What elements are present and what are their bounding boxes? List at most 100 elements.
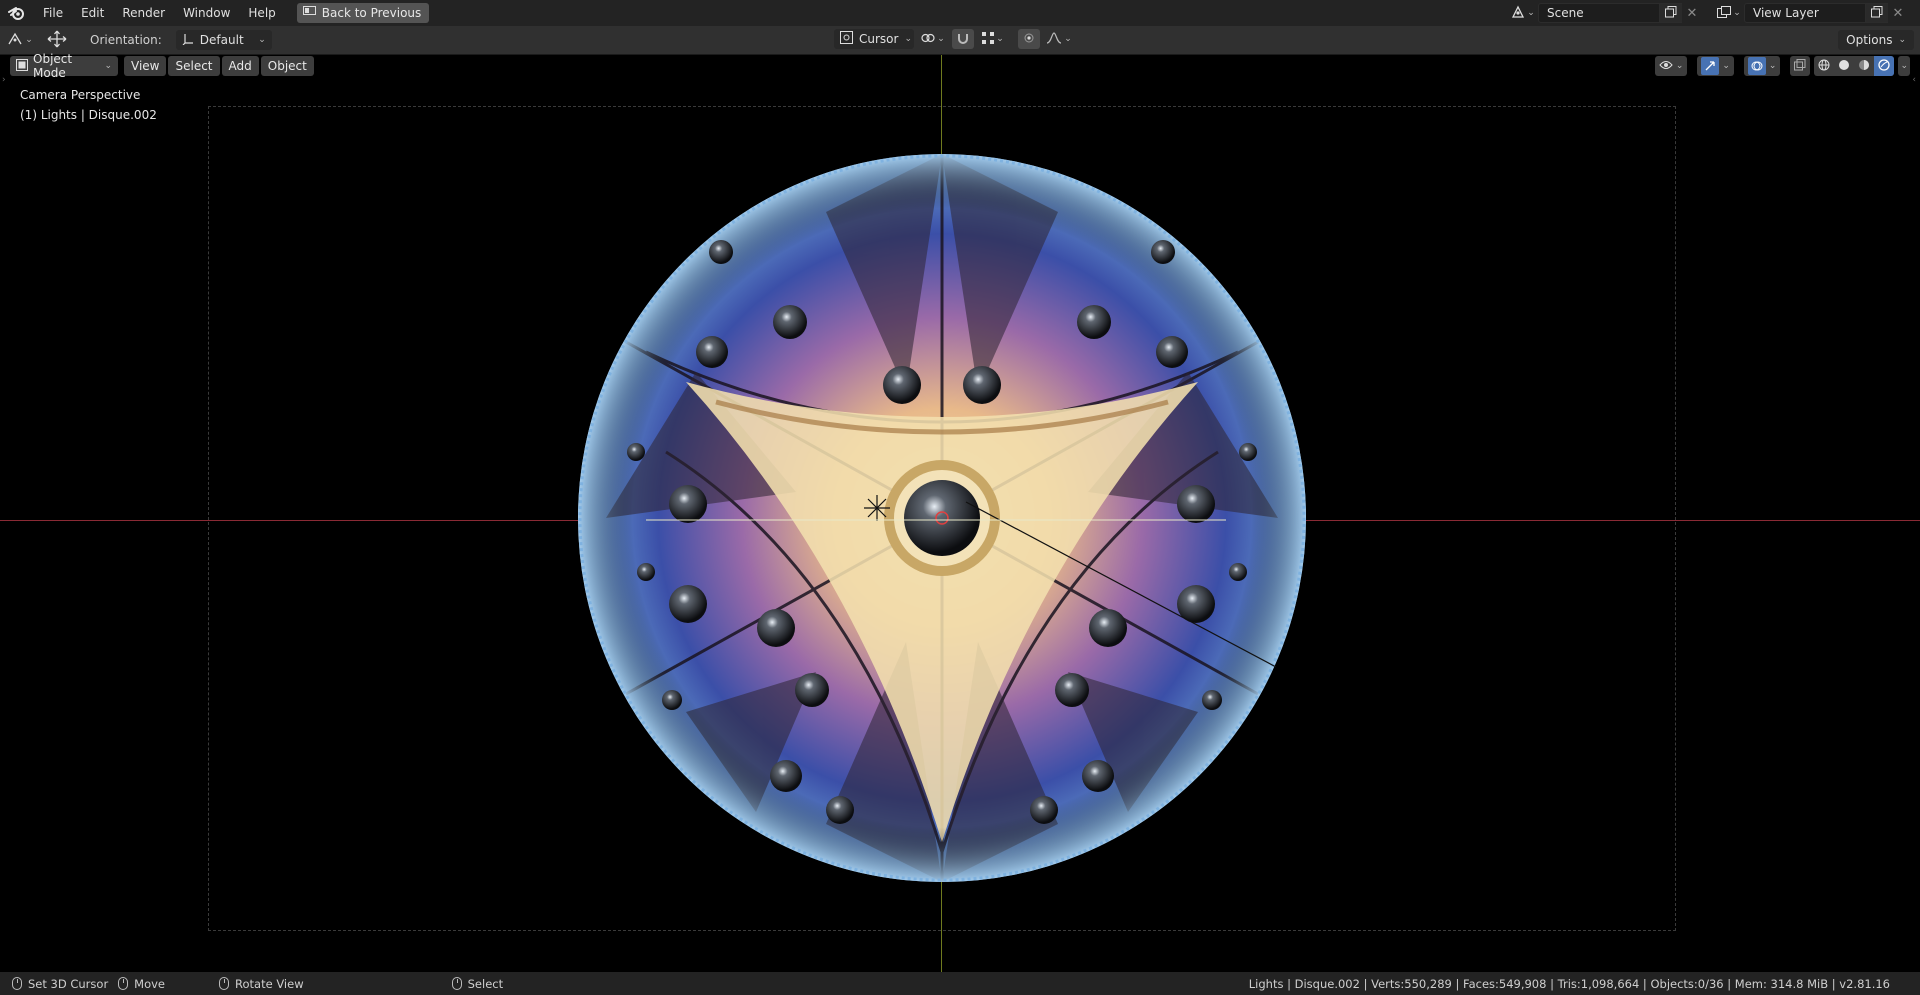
gizmo-icon	[1701, 57, 1720, 75]
xray-toggle-button[interactable]	[1790, 56, 1811, 76]
chevron-down-icon: ⌄	[1733, 8, 1741, 18]
menu-add[interactable]: Add	[221, 56, 259, 76]
hint-set-cursor: Set 3D Cursor	[12, 977, 108, 991]
menu-edit[interactable]: Edit	[72, 0, 113, 26]
close-icon: ✕	[1686, 5, 1698, 21]
chevron-down-icon: ⌄	[1900, 61, 1908, 71]
snap-element-dropdown[interactable]: ⌄	[978, 29, 1008, 49]
xray-icon	[1794, 58, 1806, 74]
visibility-dropdown[interactable]: ⌄	[1654, 56, 1688, 76]
pivot-point-dropdown[interactable]: Cursor ⌄	[834, 29, 914, 49]
new-scene-button[interactable]	[1660, 3, 1682, 23]
view-layer-selector: ⌄ View Layer ✕	[1714, 3, 1908, 23]
chevron-down-icon: ⌄	[104, 61, 112, 71]
hyperbolic-tiling-disc	[578, 154, 1306, 882]
scene-browse-button[interactable]: ⌄	[1508, 3, 1538, 23]
mouse-middle-icon	[118, 977, 129, 990]
solid-sphere-icon	[1838, 59, 1850, 74]
menu-file[interactable]: File	[34, 0, 72, 26]
material-sphere-icon	[1858, 59, 1870, 74]
menu-help[interactable]: Help	[239, 0, 284, 26]
pivot-value: Cursor	[859, 32, 899, 46]
options-label: Options	[1846, 33, 1893, 47]
menu-window[interactable]: Window	[174, 0, 239, 26]
material-preview-button[interactable]	[1854, 56, 1874, 76]
mode-value: Object Mode	[33, 52, 73, 80]
menu-view[interactable]: View	[124, 56, 167, 76]
chevron-down-icon: ⌄	[1768, 61, 1777, 71]
status-bar: Set 3D Cursor Move Rotate View Select Li…	[0, 972, 1920, 995]
shading-options-dropdown[interactable]: ⌄	[1898, 56, 1910, 76]
scene-name-field[interactable]: Scene	[1538, 3, 1660, 23]
scene-statistics: Lights | Disque.002 | Verts:550,289 | Fa…	[1248, 976, 1890, 991]
duplicate-icon	[1871, 5, 1883, 21]
workspace-selectors: ⌄ Scene ✕ ⌄ View Layer ✕	[1508, 0, 1920, 26]
screen-icon	[302, 6, 316, 20]
options-dropdown[interactable]: Options ⌄	[1838, 30, 1914, 50]
view-layer-browse-button[interactable]: ⌄	[1714, 3, 1744, 23]
chevron-down-icon: ⌄	[258, 35, 266, 45]
chevron-down-icon: ⌄	[1675, 61, 1684, 71]
wireframe-shading-button[interactable]	[1814, 56, 1834, 76]
orientation-dropdown[interactable]: Default ⌄	[175, 30, 272, 50]
active-object-label: (1) Lights | Disque.002	[20, 108, 157, 122]
chevron-down-icon: ⌄	[904, 34, 912, 44]
chevron-down-icon: ⌄	[996, 34, 1004, 44]
mouse-right-icon	[219, 977, 230, 990]
hint-select: Select	[451, 977, 503, 991]
duplicate-icon	[1665, 5, 1677, 21]
active-tool-button[interactable]: ⌄	[0, 29, 40, 51]
close-icon: ✕	[1892, 5, 1904, 21]
link-icon	[921, 32, 935, 47]
magnet-icon	[957, 32, 969, 47]
blender-logo-icon[interactable]	[0, 0, 34, 26]
object-mode-dropdown[interactable]: Object Mode ⌄	[10, 52, 118, 80]
falloff-curve-icon	[1046, 31, 1062, 47]
top-menu-bar: File Edit Render Window Help Back to Pre…	[0, 0, 1920, 26]
mouse-left-icon	[12, 977, 22, 990]
chevron-down-icon: ⌄	[937, 34, 945, 44]
view-layer-icon	[1717, 5, 1732, 21]
back-to-previous-button[interactable]: Back to Previous	[296, 3, 430, 23]
chevron-down-icon: ⌄	[25, 35, 33, 45]
object-mode-icon	[16, 58, 28, 74]
orientation-axes-icon	[182, 33, 194, 48]
menu-object[interactable]: Object	[260, 56, 314, 76]
tool-settings-header: ⌄ Orientation: Default ⌄ Cursor ⌄ ⌄ ⌄ ⌄ …	[0, 26, 1920, 55]
delete-scene-button[interactable]: ✕	[1682, 3, 1702, 23]
rendered-shading-button[interactable]	[1874, 56, 1895, 76]
3d-viewport[interactable]: Camera Perspective (1) Lights | Disque.0…	[0, 55, 1920, 972]
chevron-down-icon: ⌄	[1527, 8, 1535, 18]
scene-icon	[1511, 5, 1525, 22]
wireframe-sphere-icon	[1818, 59, 1830, 74]
hint-rotate-view-label: Rotate View	[235, 976, 304, 991]
proportional-editing-button[interactable]	[1018, 29, 1040, 49]
overlays-dropdown[interactable]: ⌄	[1743, 56, 1781, 76]
hint-move: Move	[118, 977, 165, 991]
delete-view-layer-button[interactable]: ✕	[1888, 3, 1908, 23]
overlays-icon	[1747, 57, 1766, 75]
new-view-layer-button[interactable]	[1866, 3, 1888, 23]
transform-orientation-button[interactable]: ⌄	[918, 29, 948, 49]
cursor-pivot-icon	[840, 31, 853, 47]
move-arrows-icon	[46, 30, 68, 51]
snap-toggle-button[interactable]	[952, 29, 974, 49]
chevron-down-icon: ⌄	[1898, 35, 1906, 45]
view-layer-name-field[interactable]: View Layer	[1744, 3, 1866, 23]
chevron-down-icon: ⌄	[1722, 61, 1730, 71]
orientation-label: Orientation:	[90, 33, 162, 47]
falloff-dropdown[interactable]: ⌄	[1044, 29, 1074, 49]
back-to-previous-label: Back to Previous	[321, 6, 422, 20]
rendered-sphere-icon	[1878, 58, 1891, 74]
gizmo-dropdown[interactable]: ⌄	[1697, 56, 1734, 76]
menu-select[interactable]: Select	[168, 56, 220, 76]
hint-move-label: Move	[134, 976, 166, 991]
viewport-shading-controls: ⌄ ⌄ ⌄ ⌄	[1654, 56, 1910, 76]
eye-icon	[1659, 59, 1673, 73]
shading-mode-group	[1814, 56, 1895, 76]
scene-selector: ⌄ Scene ✕	[1508, 3, 1702, 23]
orientation-value: Default	[199, 33, 244, 47]
solid-shading-button[interactable]	[1834, 56, 1854, 76]
move-tool-button[interactable]	[40, 29, 74, 51]
menu-render[interactable]: Render	[113, 0, 174, 26]
